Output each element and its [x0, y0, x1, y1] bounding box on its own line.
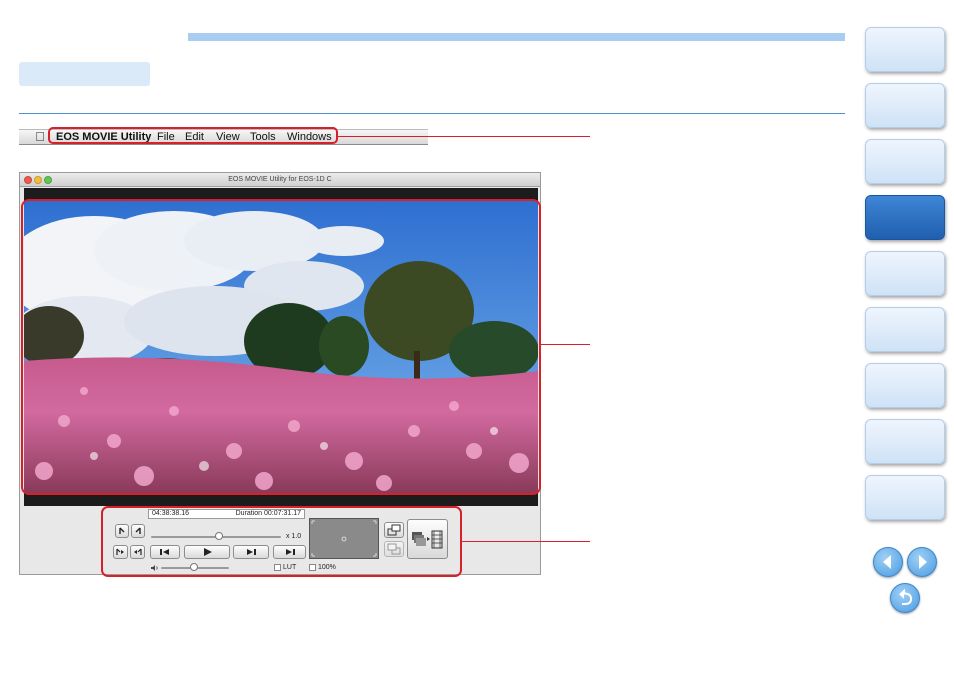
menu-bar-highlight — [48, 127, 338, 144]
next-page-button[interactable] — [907, 547, 937, 577]
section-title-chip — [19, 62, 150, 86]
callout-line-controls — [462, 541, 590, 542]
video-display-highlight — [21, 199, 541, 495]
side-tab-7[interactable] — [865, 363, 945, 408]
return-icon — [899, 588, 913, 605]
apple-logo-icon[interactable]:  — [33, 129, 47, 145]
prev-page-icon — [883, 555, 891, 569]
next-page-icon — [919, 555, 927, 569]
section-divider — [19, 113, 845, 114]
side-tab-8[interactable] — [865, 419, 945, 464]
side-tab-5[interactable] — [865, 251, 945, 296]
side-tab-2[interactable] — [865, 83, 945, 128]
side-tab-1[interactable] — [865, 27, 945, 72]
side-tab-6[interactable] — [865, 307, 945, 352]
prev-page-button[interactable] — [873, 547, 903, 577]
side-tab-3[interactable] — [865, 139, 945, 184]
playback-controls-highlight — [101, 506, 462, 577]
return-button[interactable] — [890, 583, 920, 613]
side-tab-4-active[interactable] — [865, 195, 945, 240]
side-tab-9[interactable] — [865, 475, 945, 520]
callout-line-video — [541, 344, 590, 345]
section-header-bar — [188, 33, 845, 41]
callout-line-menu — [338, 136, 590, 137]
window-title: EOS MOVIE Utility for EOS-1D C — [228, 176, 332, 183]
